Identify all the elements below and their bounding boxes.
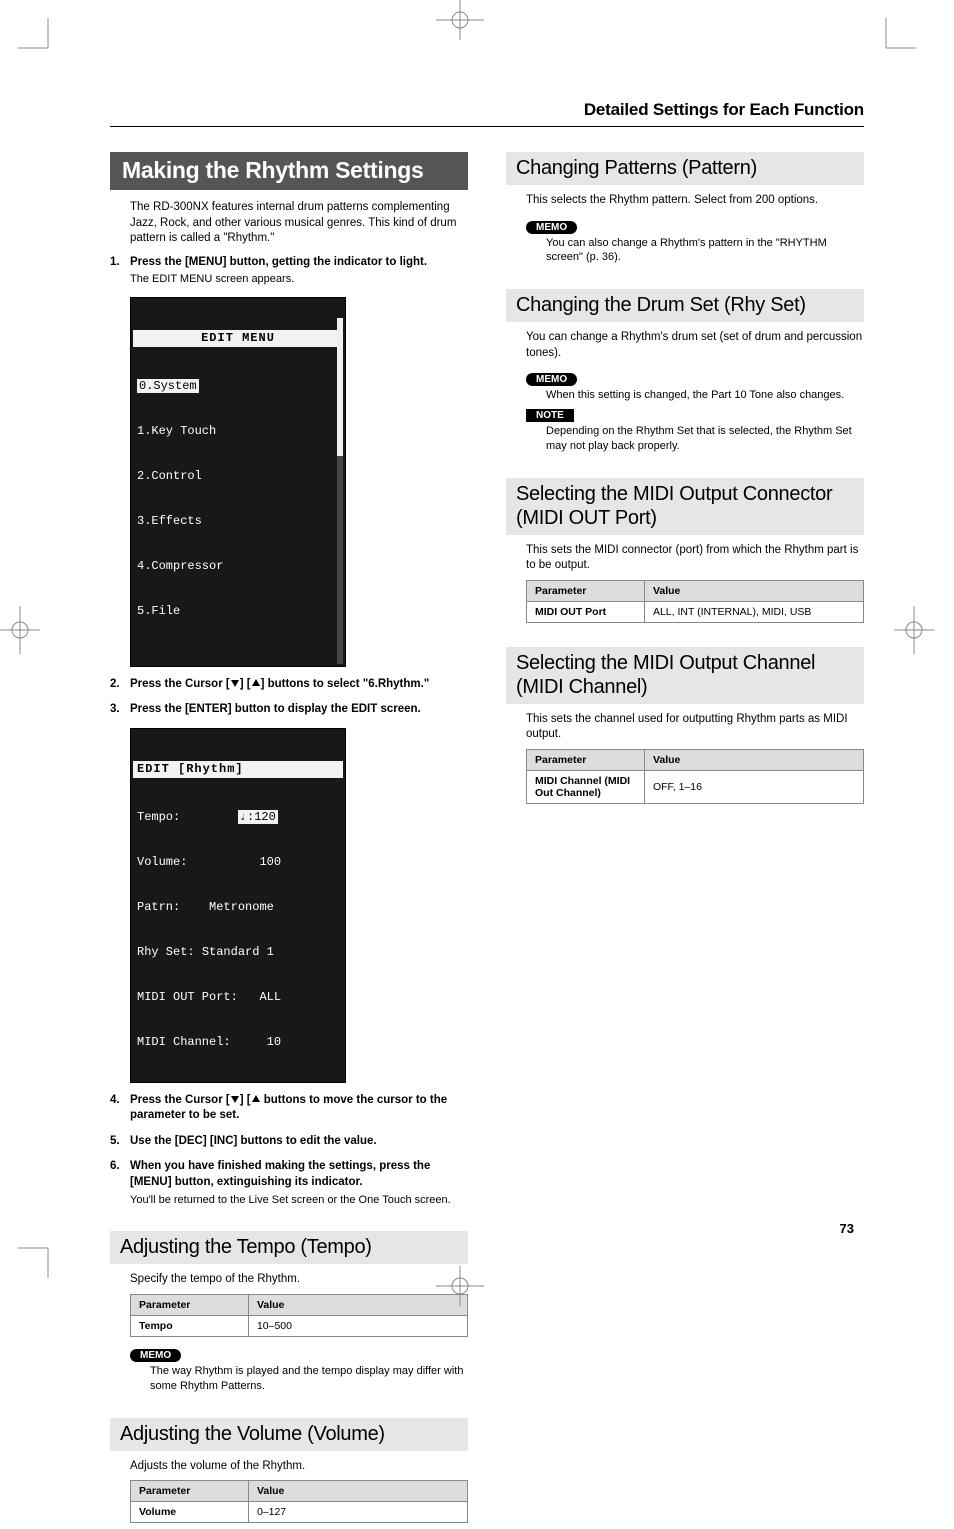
up-triangle-icon bbox=[251, 1094, 261, 1104]
page-number: 73 bbox=[840, 1221, 854, 1236]
down-triangle-icon bbox=[230, 678, 240, 688]
tempo-memo: The way Rhythm is played and the tempo d… bbox=[150, 1364, 468, 1394]
right-column: Changing Patterns (Pattern) This selects… bbox=[506, 152, 864, 1529]
tempo-table: ParameterValue Tempo10–500 bbox=[130, 1294, 468, 1337]
down-triangle-icon bbox=[230, 1094, 240, 1104]
memo-badge: MEMO bbox=[130, 1349, 181, 1362]
midich-heading: Selecting the MIDI Output Channel (MIDI … bbox=[506, 647, 864, 704]
step-1: Press the [MENU] button, getting the ind… bbox=[110, 255, 468, 287]
midiout-table: ParameterValue MIDI OUT PortALL, INT (IN… bbox=[526, 580, 864, 623]
rhyset-desc: You can change a Rhythm's drum set (set … bbox=[526, 330, 864, 361]
rhyset-heading: Changing the Drum Set (Rhy Set) bbox=[506, 289, 864, 322]
step-4: Press the Cursor [] [ buttons to move th… bbox=[110, 1093, 468, 1124]
step-5: Use the [DEC] [INC] buttons to edit the … bbox=[110, 1134, 468, 1150]
steps-list-cont2: Press the Cursor [] [ buttons to move th… bbox=[110, 1093, 468, 1207]
crop-mark bbox=[876, 18, 916, 58]
register-mark-top bbox=[430, 0, 490, 40]
main-heading: Making the Rhythm Settings bbox=[110, 152, 468, 190]
pattern-desc: This selects the Rhythm pattern. Select … bbox=[526, 193, 864, 209]
memo-badge: MEMO bbox=[526, 373, 577, 386]
crop-mark bbox=[18, 18, 58, 58]
crop-mark bbox=[18, 1238, 58, 1278]
lcd-edit-rhythm: EDIT [Rhythm] Tempo: ♩:120 Volume: 100 P… bbox=[130, 728, 346, 1083]
tempo-heading: Adjusting the Tempo (Tempo) bbox=[110, 1231, 468, 1264]
tempo-desc: Specify the tempo of the Rhythm. bbox=[130, 1272, 468, 1288]
midich-desc: This sets the channel used for outputtin… bbox=[526, 712, 864, 743]
memo-badge: MEMO bbox=[526, 221, 577, 234]
step-3: Press the [ENTER] button to display the … bbox=[110, 702, 468, 718]
lcd-edit-menu: EDIT MENU 0.System 1.Key Touch 2.Control… bbox=[130, 297, 346, 667]
left-column: Making the Rhythm Settings The RD-300NX … bbox=[110, 152, 468, 1529]
volume-desc: Adjusts the volume of the Rhythm. bbox=[130, 1459, 468, 1475]
volume-heading: Adjusting the Volume (Volume) bbox=[110, 1418, 468, 1451]
midiout-heading: Selecting the MIDI Output Connector (MID… bbox=[506, 478, 864, 535]
steps-list: Press the [MENU] button, getting the ind… bbox=[110, 255, 468, 287]
midiout-desc: This sets the MIDI connector (port) from… bbox=[526, 543, 864, 574]
register-mark-right bbox=[894, 600, 934, 660]
register-mark-bottom bbox=[430, 1266, 490, 1306]
up-triangle-icon bbox=[251, 678, 261, 688]
register-mark-left bbox=[0, 600, 40, 660]
step-2: Press the Cursor [] [] buttons to select… bbox=[110, 677, 468, 693]
intro-text: The RD-300NX features internal drum patt… bbox=[130, 200, 468, 247]
pattern-memo: You can also change a Rhythm's pattern i… bbox=[546, 236, 864, 266]
step-6: When you have finished making the settin… bbox=[110, 1159, 468, 1207]
page-header: Detailed Settings for Each Function bbox=[110, 100, 864, 127]
rhyset-memo: When this setting is changed, the Part 1… bbox=[546, 388, 864, 403]
pattern-heading: Changing Patterns (Pattern) bbox=[506, 152, 864, 185]
midich-table: ParameterValue MIDI Channel (MIDI Out Ch… bbox=[526, 749, 864, 804]
volume-table: ParameterValue Volume0–127 bbox=[130, 1480, 468, 1523]
note-badge: NOTE bbox=[526, 409, 574, 422]
steps-list-cont: Press the Cursor [] [] buttons to select… bbox=[110, 677, 468, 718]
rhyset-note: Depending on the Rhythm Set that is sele… bbox=[546, 424, 864, 454]
